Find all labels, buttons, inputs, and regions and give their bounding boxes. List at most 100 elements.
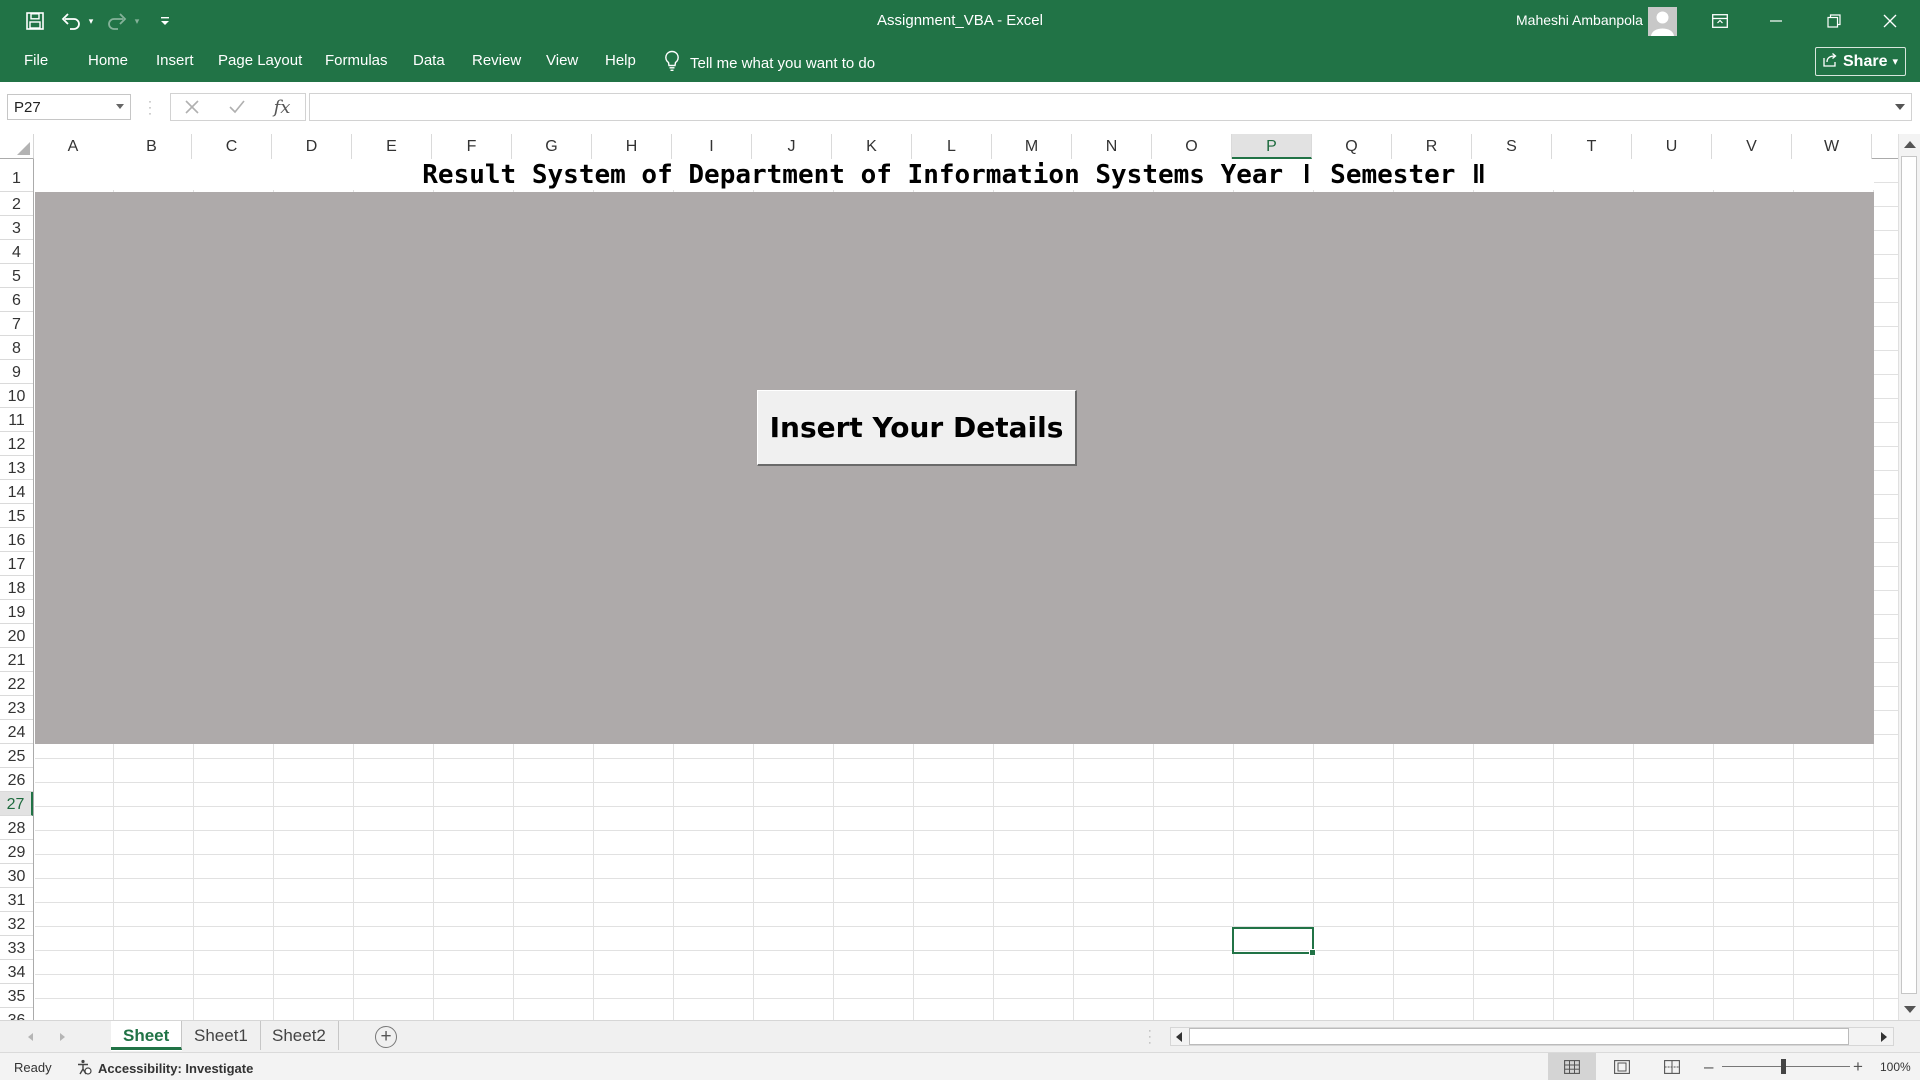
column-header-p[interactable]: P [1232, 134, 1312, 159]
column-header-a[interactable]: A [34, 134, 113, 159]
column-header-u[interactable]: U [1632, 134, 1712, 159]
column-header-e[interactable]: E [352, 134, 432, 159]
zoom-in-icon[interactable]: + [1853, 1057, 1863, 1077]
restore-icon[interactable] [1806, 0, 1862, 42]
scroll-left-icon[interactable] [1176, 1032, 1182, 1042]
row-header-21[interactable]: 21 [0, 648, 33, 672]
row-header-25[interactable]: 25 [0, 744, 33, 768]
next-sheet-icon[interactable] [60, 1033, 65, 1041]
row-header-34[interactable]: 34 [0, 960, 33, 984]
normal-view-icon[interactable] [1548, 1053, 1596, 1080]
row-header-15[interactable]: 15 [0, 504, 33, 528]
close-icon[interactable] [1862, 0, 1918, 42]
row-header-2[interactable]: 2 [0, 192, 33, 216]
expand-formula-bar-icon[interactable] [1895, 104, 1905, 110]
add-sheet-icon[interactable]: + [375, 1026, 397, 1048]
shaded-range[interactable]: Insert Your Details [35, 192, 1874, 744]
row-header-18[interactable]: 18 [0, 576, 33, 600]
tab-splitter-icon[interactable]: · · · [1148, 1026, 1152, 1049]
row-header-24[interactable]: 24 [0, 720, 33, 744]
chevron-down-icon[interactable] [116, 104, 124, 109]
page-layout-view-icon[interactable] [1598, 1053, 1646, 1080]
minimize-icon[interactable] [1748, 0, 1804, 42]
row-header-32[interactable]: 32 [0, 912, 33, 936]
row-header-26[interactable]: 26 [0, 768, 33, 792]
insert-function-icon[interactable]: fx [260, 93, 304, 121]
row-header-31[interactable]: 31 [0, 888, 33, 912]
sheet-tab-sheet[interactable]: Sheet [111, 1021, 183, 1050]
ribbon-display-options-icon[interactable] [1692, 0, 1748, 42]
select-all-button[interactable] [0, 134, 34, 159]
column-header-j[interactable]: J [752, 134, 832, 159]
row-header-19[interactable]: 19 [0, 600, 33, 624]
tell-me-search[interactable]: Tell me what you want to do [664, 50, 875, 76]
row-header-33[interactable]: 33 [0, 936, 33, 960]
active-cell-selection[interactable] [1232, 927, 1316, 956]
zoom-out-icon[interactable]: – [1704, 1057, 1713, 1077]
resize-handle-icon[interactable]: · · · [148, 95, 152, 119]
tab-data[interactable]: Data [413, 52, 445, 69]
zoom-slider-thumb[interactable] [1781, 1059, 1786, 1074]
column-header-o[interactable]: O [1152, 134, 1232, 159]
row-header-6[interactable]: 6 [0, 288, 33, 312]
column-header-t[interactable]: T [1552, 134, 1632, 159]
row-header-3[interactable]: 3 [0, 216, 33, 240]
row-header-29[interactable]: 29 [0, 840, 33, 864]
cancel-icon[interactable] [170, 93, 214, 121]
row-header-9[interactable]: 9 [0, 360, 33, 384]
tab-page-layout[interactable]: Page Layout [218, 52, 302, 69]
column-header-m[interactable]: M [992, 134, 1072, 159]
title-banner-cell[interactable]: Result System of Department of Informati… [35, 159, 1874, 190]
user-name[interactable]: Maheshi Ambanpola [1516, 12, 1643, 28]
tab-help[interactable]: Help [605, 52, 636, 69]
column-header-v[interactable]: V [1712, 134, 1792, 159]
tab-formulas[interactable]: Formulas [325, 52, 388, 69]
scroll-right-icon[interactable] [1881, 1032, 1887, 1042]
accessibility-checker[interactable]: Accessibility: Investigate [76, 1059, 253, 1078]
tab-review[interactable]: Review [472, 52, 521, 69]
row-header-16[interactable]: 16 [0, 528, 33, 552]
vertical-scroll-thumb[interactable] [1901, 156, 1917, 994]
column-header-f[interactable]: F [432, 134, 512, 159]
column-header-q[interactable]: Q [1312, 134, 1392, 159]
horizontal-scrollbar[interactable] [1170, 1027, 1894, 1046]
cells-area[interactable]: Result System of Department of Informati… [35, 159, 1898, 1020]
tab-insert[interactable]: Insert [156, 52, 194, 69]
column-header-c[interactable]: C [192, 134, 272, 159]
row-header-14[interactable]: 14 [0, 480, 33, 504]
row-header-27[interactable]: 27 [0, 792, 33, 816]
share-button[interactable]: Share ▾ [1815, 47, 1906, 76]
sheet-tab-sheet1[interactable]: Sheet1 [182, 1021, 261, 1050]
column-header-k[interactable]: K [832, 134, 912, 159]
row-header-7[interactable]: 7 [0, 312, 33, 336]
formula-input[interactable] [309, 93, 1912, 121]
scroll-down-icon[interactable] [1904, 1006, 1916, 1013]
column-header-g[interactable]: G [512, 134, 592, 159]
row-header-12[interactable]: 12 [0, 432, 33, 456]
vertical-scrollbar[interactable] [1898, 134, 1920, 1020]
column-header-r[interactable]: R [1392, 134, 1472, 159]
row-header-30[interactable]: 30 [0, 864, 33, 888]
column-header-d[interactable]: D [272, 134, 352, 159]
row-header-23[interactable]: 23 [0, 696, 33, 720]
prev-sheet-icon[interactable] [28, 1033, 33, 1041]
row-header-8[interactable]: 8 [0, 336, 33, 360]
row-header-4[interactable]: 4 [0, 240, 33, 264]
row-header-20[interactable]: 20 [0, 624, 33, 648]
column-header-n[interactable]: N [1072, 134, 1152, 159]
horizontal-scroll-thumb[interactable] [1189, 1028, 1849, 1045]
row-header-5[interactable]: 5 [0, 264, 33, 288]
row-header-35[interactable]: 35 [0, 984, 33, 1008]
row-header-22[interactable]: 22 [0, 672, 33, 696]
column-header-b[interactable]: B [112, 134, 192, 159]
column-header-l[interactable]: L [912, 134, 992, 159]
insert-details-button[interactable]: Insert Your Details [757, 390, 1077, 466]
row-header-17[interactable]: 17 [0, 552, 33, 576]
row-header-10[interactable]: 10 [0, 384, 33, 408]
tab-view[interactable]: View [546, 52, 578, 69]
column-header-h[interactable]: H [592, 134, 672, 159]
column-header-s[interactable]: S [1472, 134, 1552, 159]
tab-file[interactable]: File [24, 52, 48, 69]
page-break-view-icon[interactable] [1648, 1053, 1696, 1080]
row-header-28[interactable]: 28 [0, 816, 33, 840]
